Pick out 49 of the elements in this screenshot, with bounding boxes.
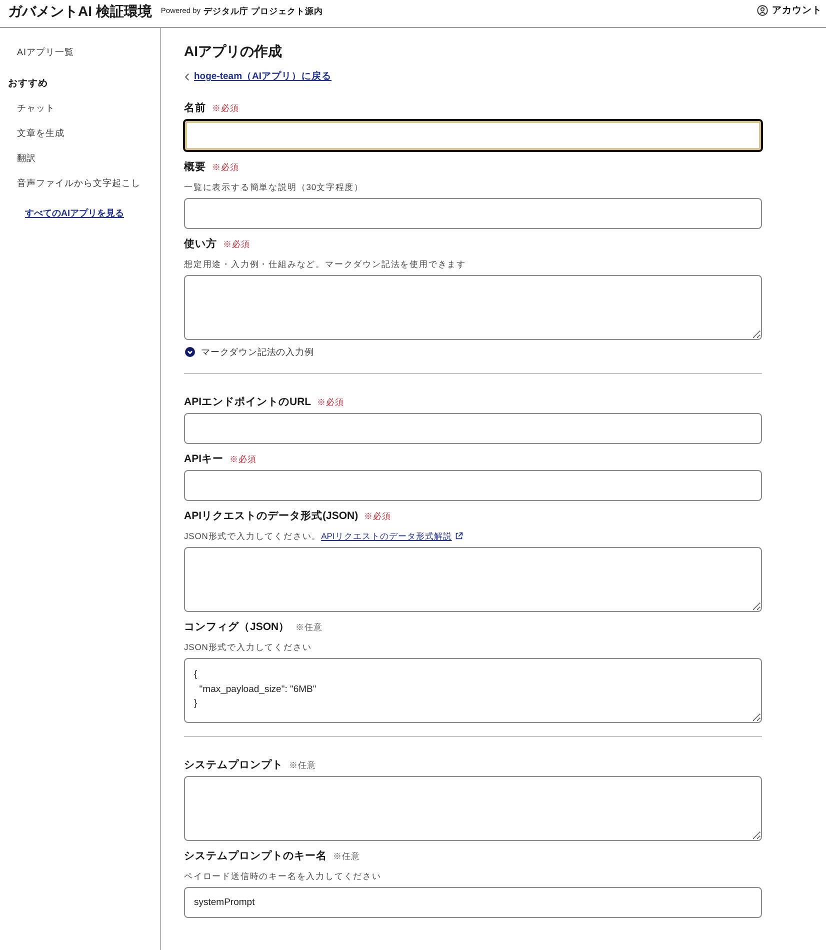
sidebar-heading: おすすめ: [7, 77, 48, 91]
requirement-note: ※必須: [212, 161, 239, 174]
requirement-note: ※任意: [289, 759, 316, 772]
field-label: システムプロンプト: [184, 758, 283, 773]
field-label: 名前: [184, 101, 206, 116]
text-area[interactable]: [184, 776, 762, 841]
requirement-note: ※必須: [364, 510, 392, 523]
text-input[interactable]: [184, 413, 762, 444]
field-label: APIリクエストのデータ形式(JSON): [184, 509, 358, 524]
page-title: AIアプリの作成: [184, 42, 282, 61]
requirement-note: ※必須: [317, 396, 344, 409]
field-description: JSON形式で入力してください: [184, 641, 312, 654]
text-area[interactable]: { "max_payload_size": "6MB" }: [184, 658, 762, 723]
text-input[interactable]: systemPrompt: [184, 887, 762, 918]
field-label: システムプロンプトのキー名: [184, 849, 327, 864]
sidebar-item[interactable]: 文章を生成: [0, 121, 64, 146]
sidebar-item[interactable]: AIアプリ一覧: [0, 40, 74, 65]
field-label: コンフィグ（JSON）: [184, 620, 290, 635]
field-label: APIキー: [184, 452, 224, 467]
field-description: 想定用途・入力例・仕組みなど。マークダウン記法を使用できます: [184, 258, 466, 271]
sidebar-item[interactable]: 音声ファイルから文字起こし: [0, 171, 140, 196]
field-label: 概要: [184, 160, 206, 175]
text-area[interactable]: [184, 275, 762, 340]
requirement-note: ※任意: [296, 621, 323, 634]
text-input[interactable]: [184, 198, 762, 229]
account-button[interactable]: アカウント: [757, 4, 822, 17]
all-apps-link[interactable]: すべてのAIアプリを見る: [25, 201, 124, 226]
text-input[interactable]: [184, 470, 762, 501]
sidebar-item[interactable]: 翻訳: [0, 146, 36, 171]
account-icon: [757, 5, 768, 16]
field-description: JSON形式で入力してください。APIリクエストのデータ形式解説: [184, 528, 463, 544]
site-title: ガバメントAI 検証環境: [8, 2, 152, 21]
requirement-note: ※必須: [223, 238, 250, 251]
field-label: 使い方: [184, 236, 217, 252]
field-label: APIエンドポイントのURL: [184, 395, 312, 410]
text-area[interactable]: [184, 547, 762, 612]
external-link-icon: [454, 532, 463, 540]
requirement-note: ※任意: [333, 850, 360, 863]
requirement-note: ※必須: [230, 453, 257, 466]
requirement-note: ※必須: [212, 102, 239, 115]
field-description: ペイロード送信時のキー名を入力してください: [184, 870, 382, 883]
disclosure-toggle[interactable]: マークダウン記法の入力例: [184, 344, 314, 360]
field-description: 一覧に表示する簡単な説明（30文字程度）: [184, 181, 364, 194]
chevron-left-icon: [184, 73, 190, 81]
sidebar-item[interactable]: チャット: [0, 96, 55, 121]
back-link[interactable]: hoge-team（AIアプリ）に戻る: [184, 69, 332, 85]
text-input[interactable]: [183, 119, 763, 152]
organization-name: デジタル庁 プロジェクト源内: [204, 5, 323, 18]
help-link[interactable]: APIリクエストのデータ形式解説: [321, 531, 463, 541]
